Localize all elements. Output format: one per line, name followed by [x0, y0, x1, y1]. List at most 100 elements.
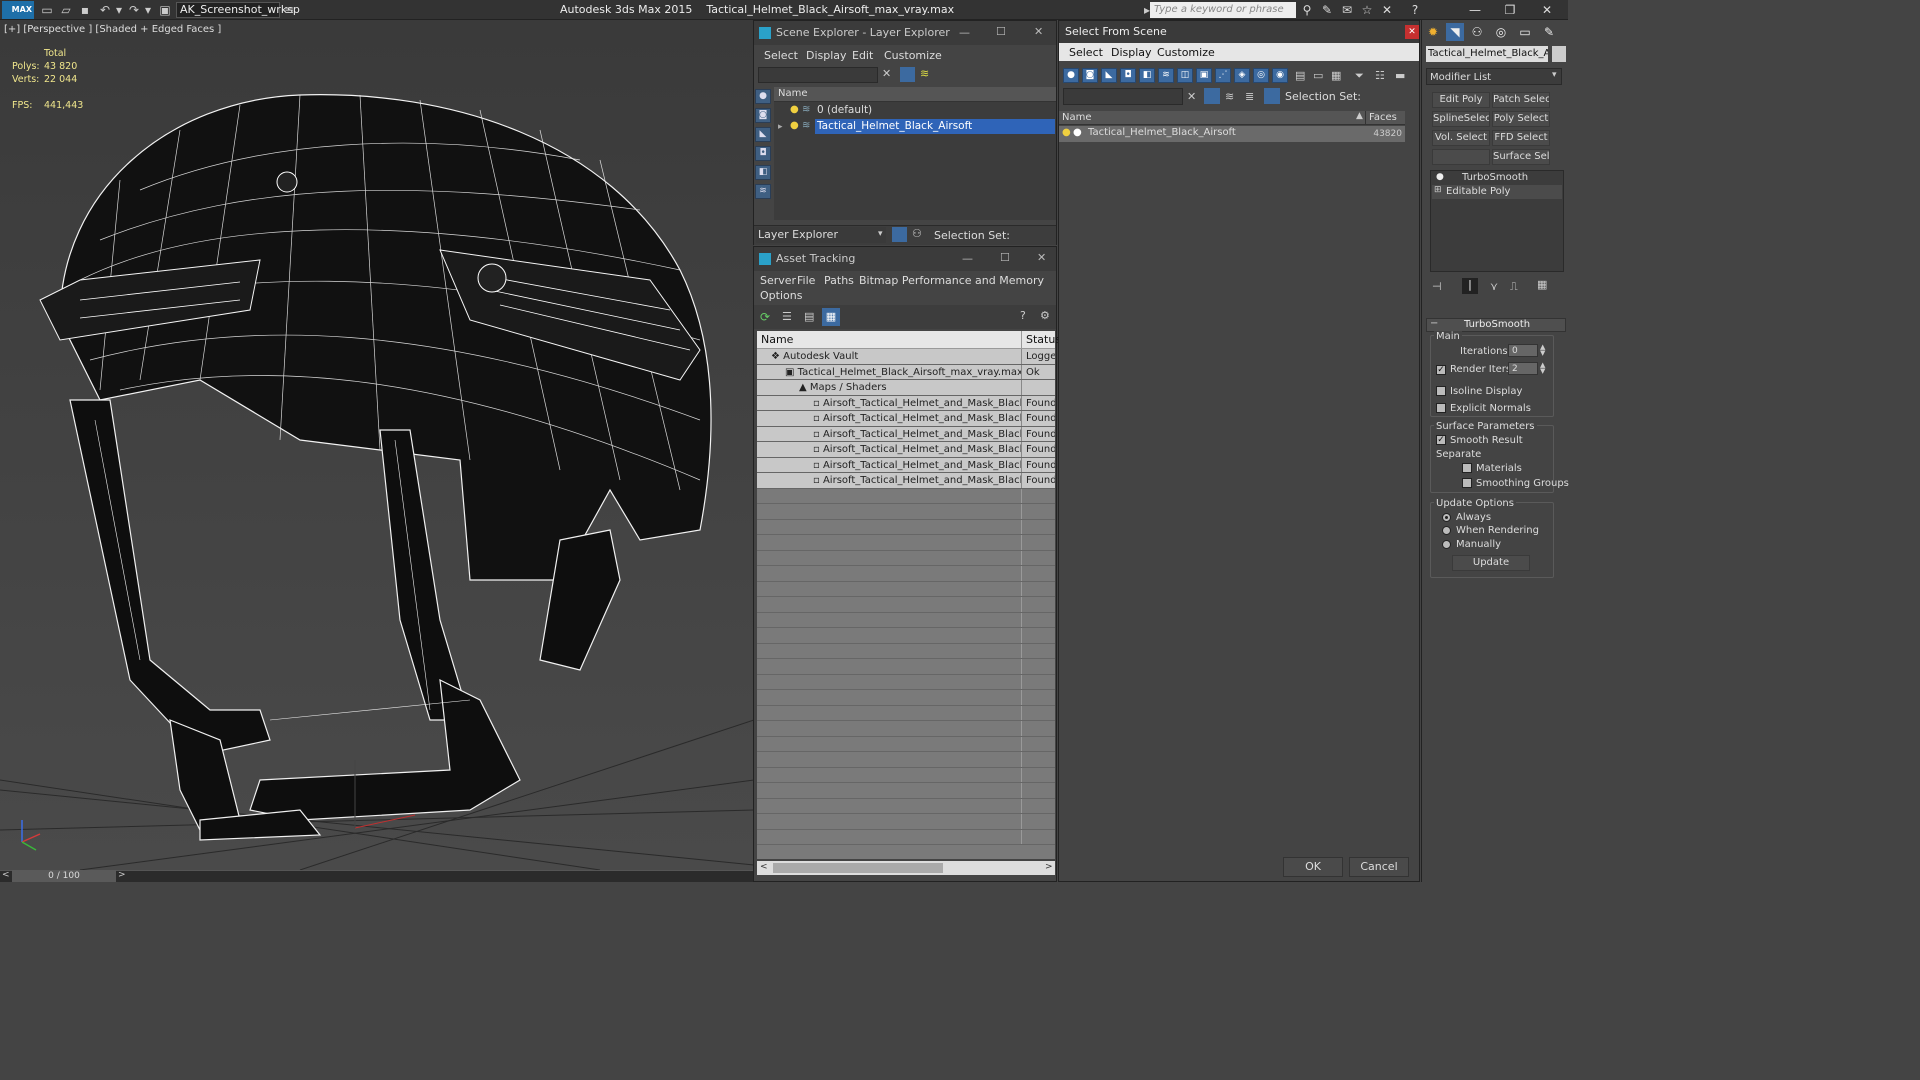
materials-checkbox[interactable]: [1462, 463, 1472, 473]
render-iters-spinner[interactable]: 2: [1508, 362, 1538, 375]
favorites-icon[interactable]: ☆: [1360, 3, 1374, 17]
undo-dropdown-icon[interactable]: ▾: [112, 3, 126, 17]
asset-row[interactable]: ▫ Airsoft_Tactical_Helmet_and_Mask_Black…: [757, 473, 1055, 489]
display-helpers-icon[interactable]: ≋: [755, 184, 771, 199]
display-geometry-icon[interactable]: ●: [1063, 68, 1079, 83]
new-file-icon[interactable]: ▭: [40, 3, 54, 17]
display-cameras-icon[interactable]: ◧: [755, 165, 771, 180]
display-cameras-icon[interactable]: ◘: [1120, 68, 1136, 83]
menu-customize[interactable]: Customize: [1157, 46, 1215, 59]
display-groups-icon[interactable]: ◫: [1177, 68, 1193, 83]
when-rendering-radio[interactable]: [1442, 526, 1451, 535]
layer-row-default[interactable]: 0 (default): [817, 104, 872, 116]
chevron-down-icon[interactable]: ▾: [878, 229, 883, 239]
thumbnail-icon[interactable]: ▤: [804, 310, 814, 323]
display-shapes-icon[interactable]: ◣: [755, 127, 771, 142]
col-name-header[interactable]: Name: [1062, 112, 1092, 123]
display-bones-icon[interactable]: ⋰: [1215, 68, 1231, 83]
close-button[interactable]: ✕: [1037, 251, 1046, 264]
minimize-button[interactable]: —: [1460, 2, 1490, 18]
menu-customize[interactable]: Customize: [884, 49, 942, 62]
spinner-arrows-icon[interactable]: ▲ ▼: [1540, 362, 1545, 375]
update-button[interactable]: Update: [1452, 555, 1530, 571]
hierarchy-icon[interactable]: ⚇: [912, 227, 922, 240]
hierarchy-icon[interactable]: ☷: [1375, 69, 1385, 82]
scroll-thumb[interactable]: [773, 863, 943, 873]
app-logo[interactable]: MAX: [2, 1, 34, 19]
chevron-down-icon[interactable]: ▾: [1552, 70, 1557, 80]
scroll-left-icon[interactable]: <: [760, 862, 768, 872]
help-icon[interactable]: ?: [1408, 3, 1422, 17]
filter-toggle-icon[interactable]: [1204, 88, 1220, 104]
expand-icon[interactable]: ⊞: [1434, 185, 1442, 195]
workspace-dropdown[interactable]: AK_Screenshot_wrksp: [176, 2, 300, 18]
display-all-icon[interactable]: ●: [755, 89, 771, 104]
save-icon[interactable]: ▪: [78, 3, 92, 17]
select-none-icon[interactable]: ▭: [1313, 69, 1323, 82]
menu-paths[interactable]: Paths: [824, 274, 854, 287]
asset-row[interactable]: ❖ Autodesk Vault Logged: [757, 349, 1055, 365]
explicit-normals-checkbox[interactable]: [1436, 403, 1446, 413]
communication-icon[interactable]: ✉: [1340, 3, 1354, 17]
list-view-icon[interactable]: ☰: [782, 310, 792, 323]
stack-item-editable-poly[interactable]: Editable Poly: [1446, 186, 1510, 197]
light-bulb-icon[interactable]: ●: [1436, 172, 1444, 182]
menu-options[interactable]: Options: [760, 289, 802, 302]
refresh-icon[interactable]: ⟳: [760, 310, 770, 324]
display-shapes-icon[interactable]: ◙: [1082, 68, 1098, 83]
maximize-button[interactable]: ☐: [1000, 251, 1010, 264]
layer-explorer-icon[interactable]: [892, 227, 907, 242]
menu-display[interactable]: Display: [1111, 46, 1152, 59]
perspective-viewport[interactable]: [+] [Perspective ] [Shaded + Edged Faces…: [0, 20, 754, 870]
scroll-right-icon[interactable]: >: [1045, 862, 1053, 872]
open-file-icon[interactable]: ▱: [59, 3, 73, 17]
menu-bitmap-performance[interactable]: Bitmap Performance and Memory: [859, 274, 1044, 287]
asset-row[interactable]: ▫ Airsoft_Tactical_Helmet_and_Mask_Black…: [757, 457, 1055, 473]
menu-file[interactable]: File: [797, 274, 815, 287]
select-invert-icon[interactable]: ▦: [1331, 69, 1341, 82]
ffd-select-button[interactable]: FFD Select: [1492, 130, 1550, 146]
motion-tab-icon[interactable]: ◎: [1492, 23, 1510, 41]
asset-row[interactable]: ▲ Maps / Shaders: [757, 380, 1055, 396]
display-xrefs-icon[interactable]: ▣: [1196, 68, 1212, 83]
iterations-spinner[interactable]: 0: [1508, 344, 1538, 357]
options-icon[interactable]: ▬: [1395, 69, 1405, 82]
display-tab-icon[interactable]: ▭: [1516, 23, 1534, 41]
time-slider[interactable]: 0 / 100: [12, 870, 116, 882]
object-name-input[interactable]: Tactical_Helmet_Black_Airsof: [1426, 46, 1548, 62]
restore-button[interactable]: ❐: [1495, 2, 1525, 18]
asset-col-name[interactable]: Name: [761, 333, 793, 346]
asset-row[interactable]: ▫ Airsoft_Tactical_Helmet_and_Mask_Black…: [757, 411, 1055, 427]
manually-radio[interactable]: [1442, 540, 1451, 549]
settings-icon[interactable]: ⚙: [1040, 309, 1050, 322]
smooth-result-checkbox[interactable]: ✓: [1436, 435, 1446, 445]
light-bulb-icon[interactable]: ●: [790, 104, 799, 115]
display-geometry-icon[interactable]: ◙: [755, 108, 771, 123]
show-end-result-icon[interactable]: |: [1462, 278, 1478, 294]
asset-row[interactable]: ▫ Airsoft_Tactical_Helmet_and_Mask_Black…: [757, 426, 1055, 442]
project-folder-icon[interactable]: ▣: [158, 3, 172, 17]
display-spacewarps-icon[interactable]: ≋: [1158, 68, 1174, 83]
surface-select-button[interactable]: Surface Select: [1492, 149, 1550, 165]
cancel-button[interactable]: Cancel: [1349, 857, 1409, 877]
quick-access-menu-icon[interactable]: ≡: [282, 3, 296, 17]
stack-item-turbosmooth[interactable]: TurboSmooth: [1462, 172, 1528, 183]
select-all-icon[interactable]: ▤: [1295, 69, 1305, 82]
display-lights-icon[interactable]: ◘: [755, 146, 771, 161]
menu-select[interactable]: Select: [1069, 46, 1103, 59]
remove-modifier-icon[interactable]: ⎍: [1510, 280, 1518, 294]
make-unique-icon[interactable]: ⋎: [1490, 280, 1498, 293]
configure-modifier-sets-icon[interactable]: ▦: [1537, 278, 1547, 291]
maximize-button[interactable]: ☐: [996, 25, 1006, 38]
render-iters-checkbox[interactable]: ✓: [1436, 365, 1446, 375]
isoline-checkbox[interactable]: [1436, 386, 1446, 396]
search-input[interactable]: Type a keyword or phrase: [1150, 2, 1296, 18]
filter-icon[interactable]: ⏷: [1355, 69, 1364, 83]
always-radio[interactable]: [1442, 513, 1451, 522]
poly-select-button[interactable]: Poly Select: [1492, 111, 1550, 127]
prev-frame-icon[interactable]: <: [2, 870, 10, 880]
layer-options-icon[interactable]: ≋: [1225, 90, 1234, 103]
table-view-icon[interactable]: ▦: [822, 308, 840, 326]
asset-row[interactable]: ▫ Airsoft_Tactical_Helmet_and_Mask_Black…: [757, 442, 1055, 458]
undo-icon[interactable]: ↶: [98, 3, 112, 17]
